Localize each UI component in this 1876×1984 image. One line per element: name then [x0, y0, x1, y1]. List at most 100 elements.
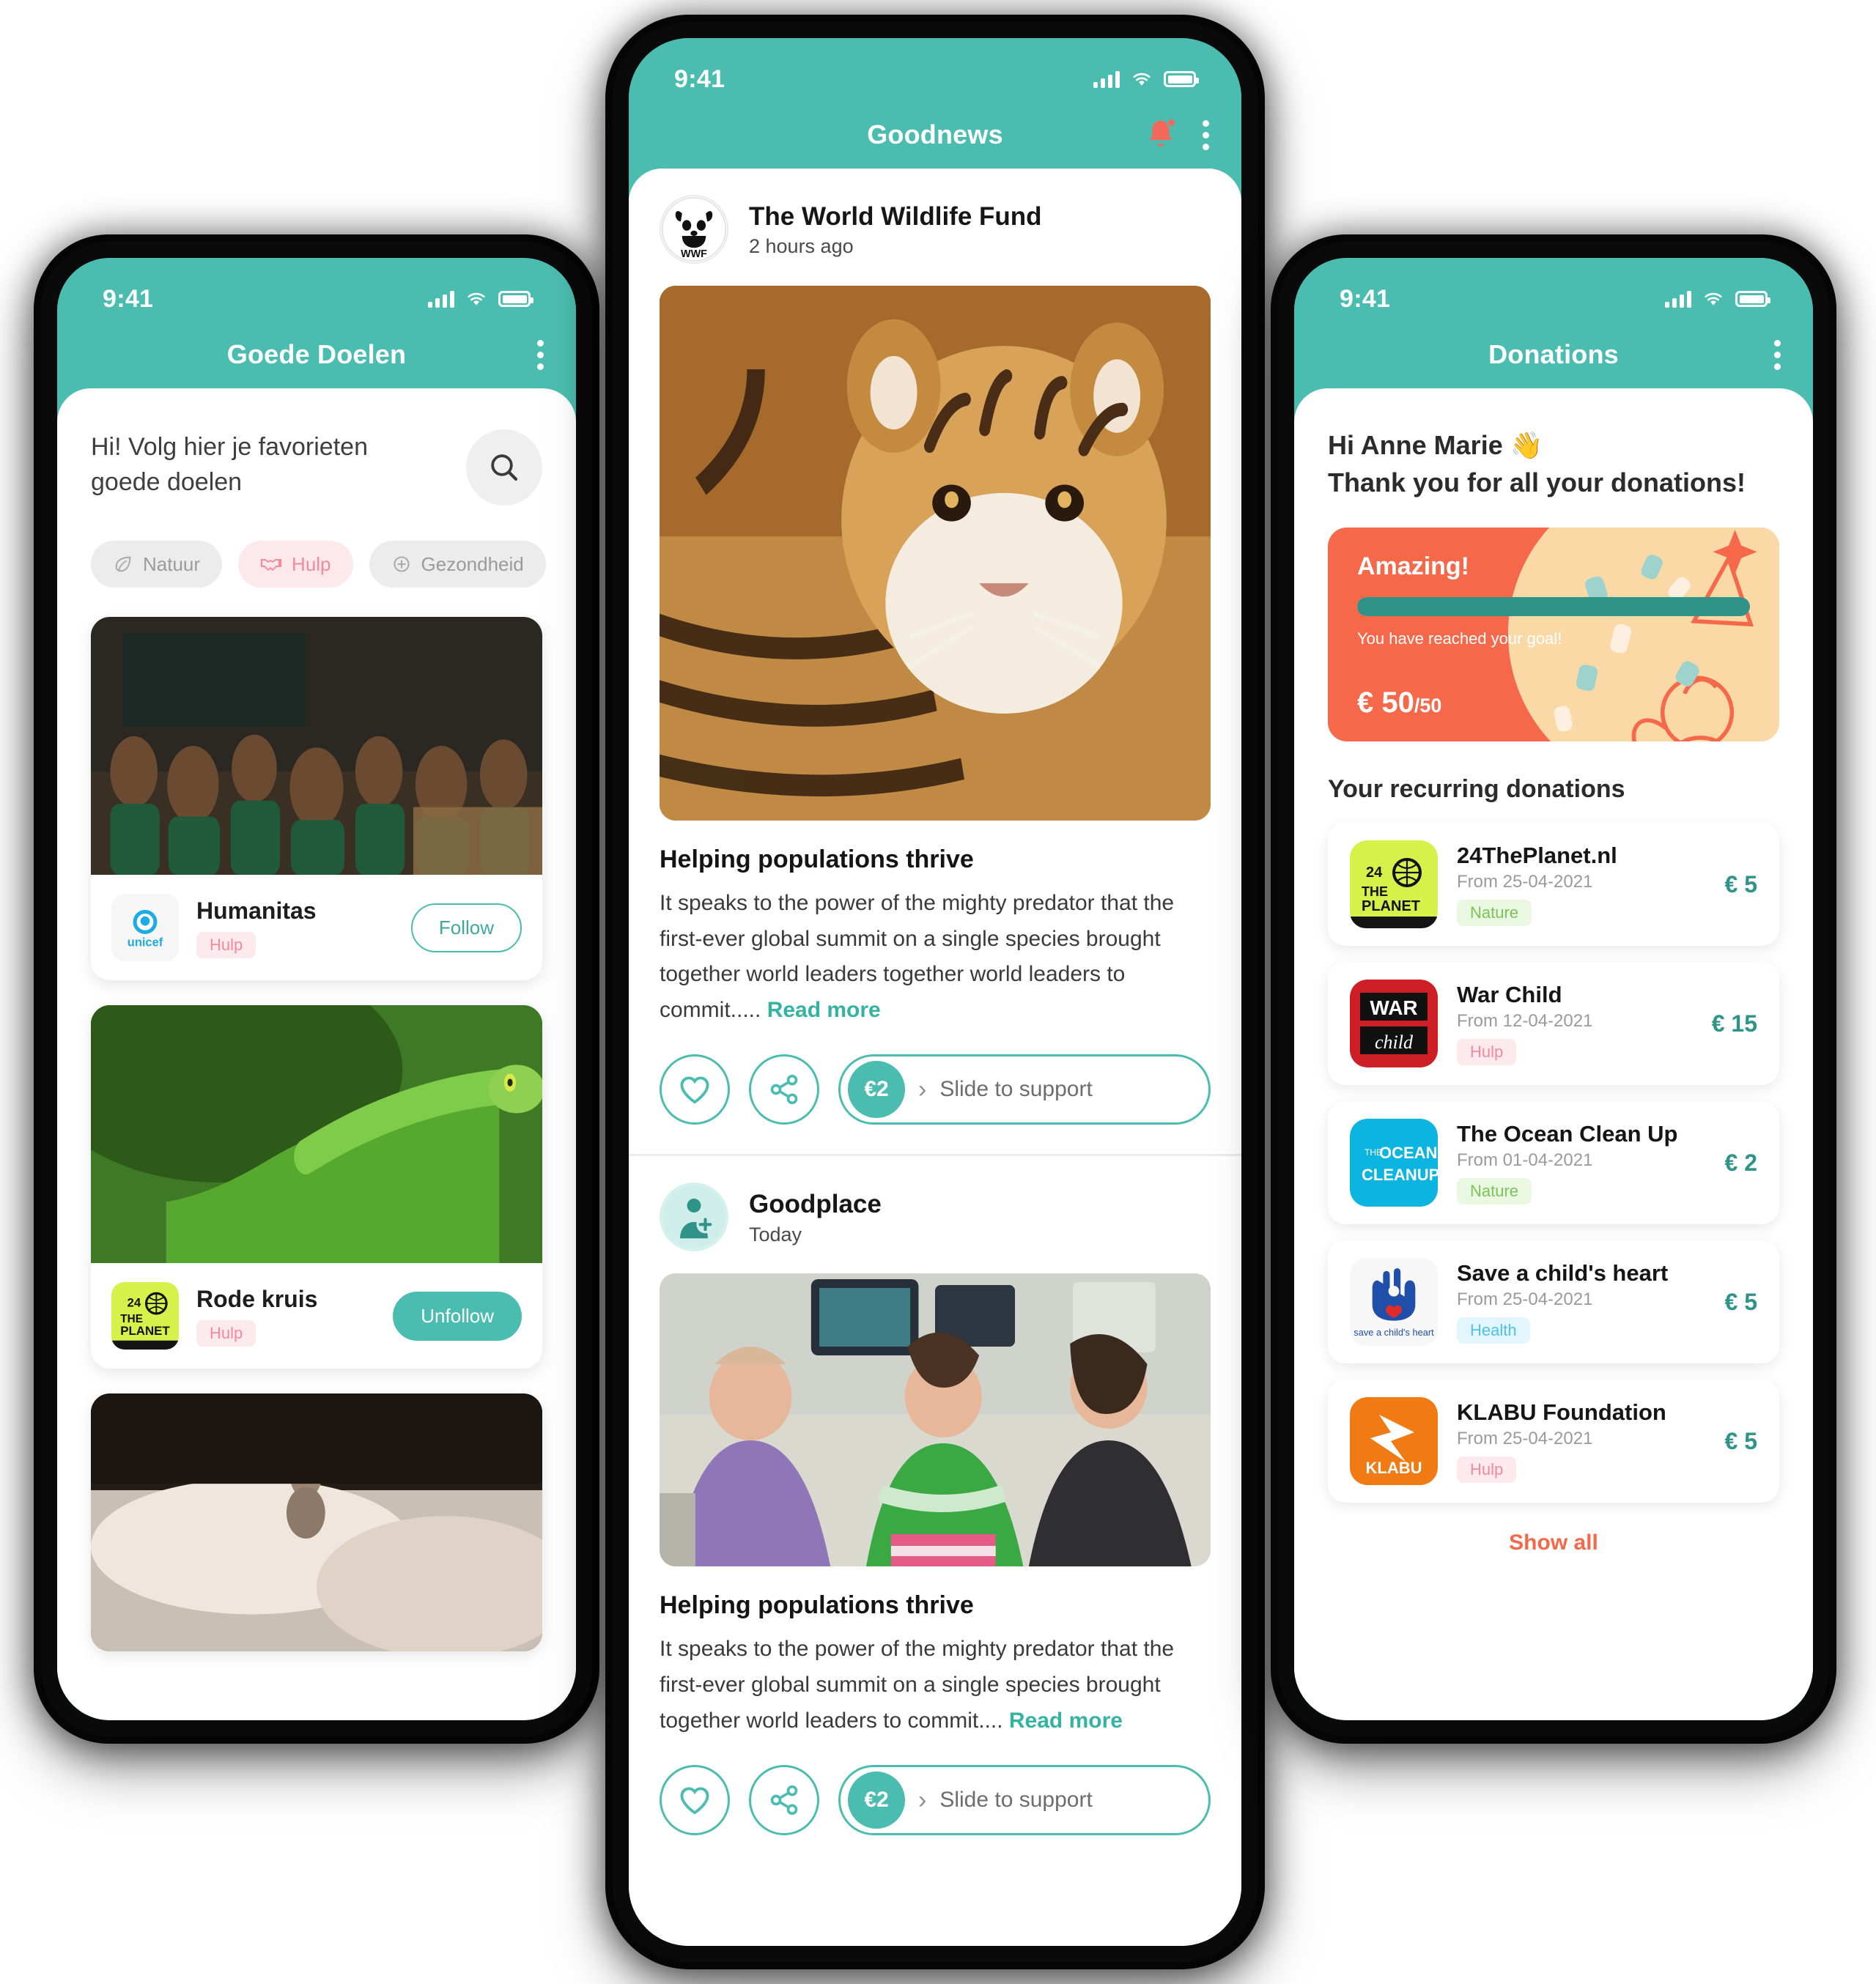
- donation-from: From 01-04-2021: [1457, 1150, 1593, 1171]
- svg-text:THE: THE: [1362, 884, 1388, 899]
- goodplace-logo: [660, 1182, 728, 1252]
- charity-meta: Rode kruis Hulp: [196, 1286, 375, 1347]
- classroom-photo: [91, 617, 542, 875]
- unfollow-button[interactable]: Unfollow: [393, 1291, 522, 1341]
- charity-card[interactable]: [91, 1393, 542, 1651]
- goal-progress-bar: [1357, 597, 1750, 617]
- svg-text:24: 24: [127, 1296, 141, 1310]
- donation-meta: 24ThePlanet.nl From 25-04-2021 Nature: [1457, 843, 1706, 927]
- category-chips: Natuur Hulp Gezondheid: [57, 506, 576, 617]
- donation-amount: € 5: [1724, 1288, 1757, 1315]
- screen-goede-doelen: 9:41 Goede Doelen Hi! Volg hier je favor…: [57, 258, 576, 1720]
- share-icon: [770, 1075, 798, 1105]
- chip-natuur[interactable]: Natuur: [91, 541, 223, 588]
- post-org-name: Goodplace: [749, 1190, 882, 1218]
- svg-text:OCEAN: OCEAN: [1379, 1144, 1437, 1162]
- donation-row[interactable]: KLABU KLABU Foundation From 25-04-2021 H…: [1328, 1380, 1779, 1503]
- post-actions: €2 › Slide to support: [629, 1739, 1241, 1865]
- post-title: Helping populations thrive: [660, 1591, 974, 1620]
- show-all-link[interactable]: Show all: [1294, 1503, 1813, 1577]
- search-icon: [491, 454, 518, 481]
- greeting-block: Hi Anne Marie 👋 Thank you for all your d…: [1294, 388, 1813, 501]
- like-button[interactable]: [660, 1765, 730, 1836]
- post-actions: €2 › Slide to support: [629, 1028, 1241, 1154]
- share-button[interactable]: [749, 1765, 819, 1836]
- goal-card[interactable]: Amazing! You have reached your goal! € 5…: [1328, 528, 1779, 742]
- chevron-right-icon: ›: [918, 1075, 927, 1103]
- donation-from: From 25-04-2021: [1457, 1289, 1593, 1310]
- page-title: Goodnews: [867, 119, 1003, 149]
- svg-text:save a child's heart: save a child's heart: [1354, 1327, 1434, 1338]
- charity-card[interactable]: unicef Humanitas Hulp Follow: [91, 617, 542, 980]
- share-icon: [770, 1785, 798, 1815]
- kebab-menu-icon[interactable]: [536, 339, 544, 370]
- chip-gezondheid[interactable]: Gezondheid: [369, 541, 546, 588]
- svg-text:child: child: [1375, 1032, 1414, 1053]
- slide-to-support[interactable]: €2 › Slide to support: [838, 1054, 1211, 1125]
- greeting-line-1: Hi Anne Marie 👋: [1328, 430, 1543, 460]
- chip-label: Gezondheid: [421, 552, 524, 575]
- post-timestamp: 2 hours ago: [749, 235, 854, 258]
- donation-name: The Ocean Clean Up: [1457, 1121, 1678, 1147]
- donation-meta: The Ocean Clean Up From 01-04-2021 Natur…: [1457, 1121, 1706, 1205]
- notification-bell-icon[interactable]: [1145, 118, 1177, 152]
- read-more-link[interactable]: Read more: [1009, 1709, 1123, 1733]
- child-hospital-photo: [660, 1273, 1211, 1567]
- chip-hulp[interactable]: Hulp: [238, 541, 353, 588]
- status-time: 9:41: [103, 284, 154, 313]
- donation-amount: € 15: [1711, 1010, 1757, 1037]
- donation-name: KLABU Foundation: [1457, 1399, 1666, 1426]
- svg-text:WAR: WAR: [1370, 996, 1417, 1019]
- like-button[interactable]: [660, 1054, 730, 1125]
- follow-button[interactable]: Follow: [410, 903, 522, 952]
- slide-to-support[interactable]: €2 › Slide to support: [838, 1765, 1211, 1836]
- status-icons: [1093, 70, 1199, 88]
- app-bar-actions: [536, 339, 544, 370]
- post-body: It speaks to the power of the mighty pre…: [629, 886, 1241, 1028]
- svg-text:PLANET: PLANET: [1362, 898, 1420, 914]
- charity-card[interactable]: 24 THE PLANET Rode kruis Hulp Unfollow: [91, 1005, 542, 1369]
- share-button[interactable]: [749, 1054, 819, 1125]
- signal-bars-icon: [428, 290, 454, 308]
- goal-subtext: You have reached your goal!: [1357, 629, 1562, 648]
- donation-meta: KLABU Foundation From 25-04-2021 Hulp: [1457, 1399, 1706, 1484]
- status-icons: [428, 290, 533, 308]
- donation-row[interactable]: save a child's heart Save a child's hear…: [1328, 1240, 1779, 1364]
- status-time: 9:41: [674, 64, 725, 93]
- donation-name: Save a child's heart: [1457, 1260, 1669, 1287]
- donation-row[interactable]: WAR child War Child From 12-04-2021 Hulp…: [1328, 962, 1779, 1086]
- post-body-text: It speaks to the power of the mighty pre…: [660, 891, 1175, 1022]
- app-showcase: 9:41 Goede Doelen Hi! Volg hier je favor…: [0, 0, 1876, 1984]
- wifi-icon: [1705, 292, 1722, 306]
- status-bar: 9:41: [629, 38, 1241, 101]
- donation-row[interactable]: 24 THE PLANET 24ThePlanet.nl From 25-04-…: [1328, 823, 1779, 947]
- unicef-logo: unicef: [111, 894, 179, 961]
- donation-from: From 12-04-2021: [1457, 1011, 1593, 1032]
- screen-goodnews: 9:41 Goodnews WWF The World Wildlife Fun…: [629, 38, 1241, 1946]
- search-button[interactable]: [466, 429, 542, 506]
- warchild-logo: WAR child: [1350, 980, 1438, 1068]
- goal-amount-total: /50: [1414, 695, 1442, 717]
- charity-name: Rode kruis: [196, 1285, 318, 1312]
- phone-left: 9:41 Goede Doelen Hi! Volg hier je favor…: [31, 232, 602, 1747]
- phone-center: 9:41 Goodnews WWF The World Wildlife Fun…: [602, 12, 1268, 1972]
- search-prompt: Hi! Volg hier je favorieten goede doelen: [91, 433, 368, 497]
- kebab-menu-icon[interactable]: [1773, 339, 1781, 370]
- chip-label: Natuur: [143, 552, 201, 575]
- handshake-icon: [260, 559, 282, 571]
- donation-from: From 25-04-2021: [1457, 872, 1593, 892]
- feed-post: Goodplace Today Helping populations thri…: [629, 1154, 1241, 1865]
- app-bar-center: Goodnews: [629, 101, 1241, 169]
- read-more-link[interactable]: Read more: [767, 998, 881, 1022]
- signal-bars-icon: [1665, 290, 1691, 308]
- slide-label: Slide to support: [939, 1077, 1093, 1102]
- donation-tag: Health: [1457, 1317, 1530, 1344]
- svg-text:24: 24: [1366, 865, 1383, 881]
- post-body: It speaks to the power of the mighty pre…: [629, 1632, 1241, 1739]
- kebab-menu-icon[interactable]: [1202, 119, 1209, 150]
- donation-from: From 25-04-2021: [1457, 1429, 1593, 1449]
- battery-icon: [1164, 71, 1199, 87]
- donation-amount: € 2: [1724, 1149, 1757, 1176]
- donation-tag: Hulp: [1457, 1039, 1517, 1066]
- donation-row[interactable]: THE OCEAN CLEANUP The Ocean Clean Up Fro…: [1328, 1101, 1779, 1225]
